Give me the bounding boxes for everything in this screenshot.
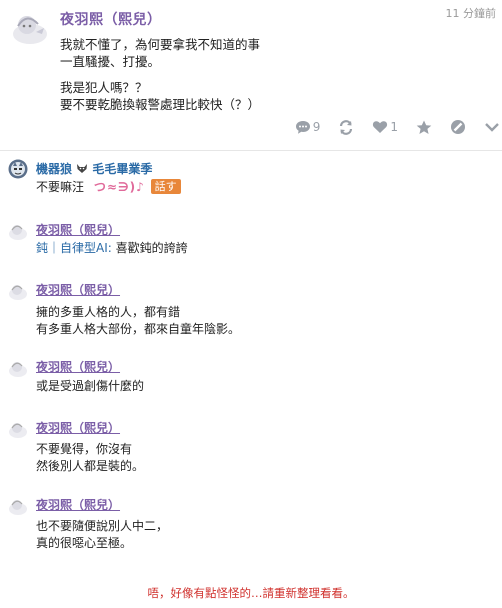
comment-count: 9 [312,120,321,134]
comment-line: 不要覺得，你沒有 [36,442,133,456]
kaomoji-decoration: つ≈∋)♪ [93,180,145,194]
post-line: 我是犯人嗎？？ [60,80,148,95]
post-paragraph: 我就不懂了，為何要拿我不知道的事 一直騷擾、打擾。 [60,36,260,70]
comment-line: 也不要隨便說別人中二， [36,519,169,533]
mention-link[interactable]: 鈍｜自律型AI: [36,241,112,255]
wolf-icon [77,164,88,173]
comment-button[interactable]: 9 [295,120,321,135]
post-line: 我就不懂了，為何要拿我不知道的事 [60,37,261,52]
comment-line: 擁的多重人格的人，都有錯 [36,305,181,319]
author-avatar[interactable] [8,281,28,301]
block-button[interactable] [450,119,466,135]
comment-author[interactable]: 夜羽熙（熙兒） [36,358,120,375]
share-button[interactable] [338,119,354,135]
comment-author-extra: 毛毛畢業季 [92,162,153,176]
post-paragraph: 我是犯人嗎？？ 要不要乾脆換報警處理比較快（？） [60,79,260,113]
like-count: 1 [390,120,398,134]
expand-button[interactable] [484,121,500,133]
comment-icon [295,120,310,134]
comment-text: 擁的多重人格的人，都有錯 有多重人格大部份，都來自童年陰影。 [36,304,240,338]
post-timestamp[interactable]: 11 分鐘前 [446,5,497,21]
favorite-button[interactable] [416,120,432,135]
author-avatar[interactable] [8,358,28,378]
chevron-down-icon [485,123,499,132]
comment-line: 真的很噁心至極。 [36,536,133,550]
block-icon [451,120,465,134]
error-message[interactable]: 唔，好像有點怪怪的…請重新整理看看。 [0,585,502,601]
post-line: 要不要乾脆換報警處理比較快（？） [60,97,261,112]
post-body: 我就不懂了，為何要拿我不知道的事 一直騷擾、打擾。 我是犯人嗎？？ 要不要乾脆換… [60,36,260,122]
author-avatar[interactable] [8,221,28,241]
comment-author[interactable]: 夜羽熙（熙兒） [36,496,120,513]
comment-author[interactable]: 夜羽熙（熙兒） [36,221,120,238]
author-avatar[interactable] [8,496,28,516]
comment-text-rest: 喜歡鈍的誇誇 [111,241,188,255]
heart-icon [373,121,388,133]
comment-author[interactable]: 夜羽熙（熙兒） [36,281,120,298]
comment-text: 或是受過創傷什麼的 [36,378,144,395]
post-card: 夜羽熙（熙兒） 11 分鐘前 我就不懂了，為何要拿我不知道的事 一直騷擾、打擾。… [0,0,502,151]
comment-text: 不要覺得，你沒有 然後別人都是裝的。 [36,441,144,475]
author-avatar[interactable] [8,419,28,439]
comment-author[interactable]: 機器狼 毛毛畢業季 [36,160,152,177]
comment-text: 不要嘛汪 つ≈∋)♪ 話す [36,179,181,196]
post-author-name[interactable]: 夜羽熙（熙兒） [60,9,162,29]
comment-text: 鈍｜自律型AI: 喜歡鈍的誇誇 [36,240,188,257]
comment-author[interactable]: 夜羽熙（熙兒） [36,419,120,436]
wolf-avatar[interactable] [8,159,28,179]
comment-line: 有多重人格大部份，都來自童年陰影。 [36,322,241,336]
post-line: 一直騷擾、打擾。 [60,54,161,69]
repost-icon [340,119,353,135]
comment-line: 然後別人都是裝的。 [36,459,145,473]
author-avatar[interactable] [10,8,50,48]
comment-text: 也不要隨便說別人中二， 真的很噁心至極。 [36,518,168,552]
comment-tag-badge[interactable]: 話す [150,179,181,194]
like-button[interactable]: 1 [372,120,398,134]
comment-author-name: 機器狼 [36,162,73,176]
post-action-bar: 9 1 [277,119,500,135]
comment-line: 或是受過創傷什麼的 [36,379,145,393]
star-icon [416,120,432,134]
comment-text-prefix: 不要嘛汪 [36,180,85,194]
